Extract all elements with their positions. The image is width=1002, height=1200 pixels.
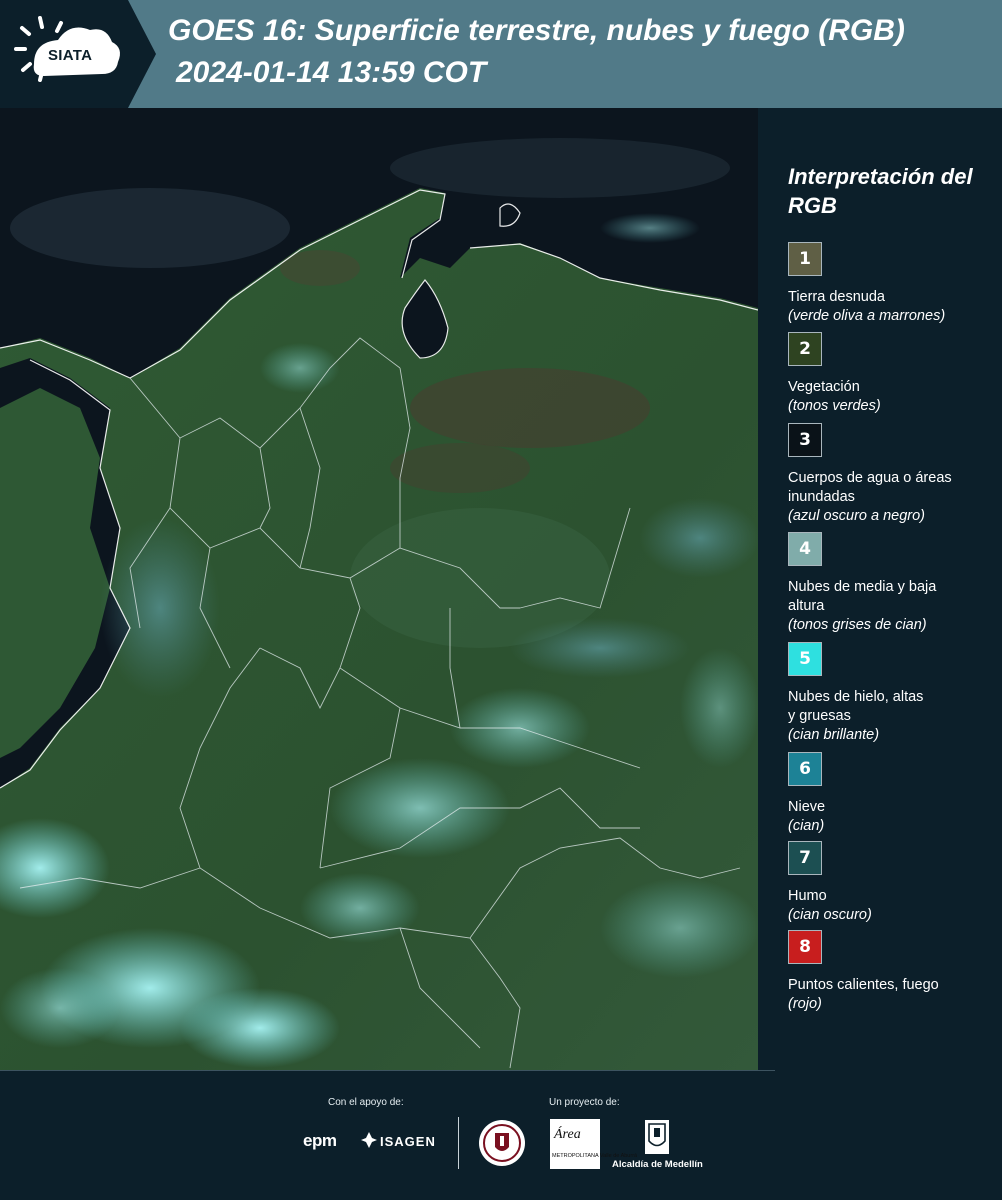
satellite-map	[0, 108, 758, 1070]
legend-swatch: 8	[788, 930, 822, 964]
legend-item-name: Vegetación	[788, 379, 860, 395]
area-metropolitana-logo: Área METROPOLITANA Valle de Aburrá	[550, 1119, 637, 1169]
footer: Con el apoyo de: Un proyecto de: epm ISA…	[0, 1071, 1002, 1200]
legend-item-desc: (azul oscuro a negro)	[788, 508, 926, 524]
alcaldia-shield-icon	[645, 1120, 669, 1154]
legend-swatch: 1	[788, 242, 822, 276]
legend-item-desc: (rojo)	[788, 996, 822, 1012]
legend-item-desc: (tonos grises de cian)	[788, 617, 927, 633]
rgb-legend: Interpretación del RGB 1 Tierra desnuda …	[770, 108, 996, 1070]
legend-item-name: Nubes de hielo, altas y gruesas	[788, 689, 924, 724]
legend-item-desc: (cian)	[788, 818, 825, 834]
legend-item-low-clouds: 4 Nubes de media y baja altura (tonos gr…	[788, 532, 993, 635]
university-seal-icon	[479, 1120, 525, 1166]
legend-item-snow: 6 Nieve (cian)	[788, 752, 993, 836]
legend-item-vegetation: 2 Vegetación (tonos verdes)	[788, 332, 993, 416]
project-label: Un proyecto de:	[549, 1097, 620, 1108]
legend-title: Interpretación del RGB	[788, 164, 973, 218]
legend-swatch: 6	[788, 752, 822, 786]
legend-item-water: 3 Cuerpos de agua o áreas inundadas (azu…	[788, 423, 993, 526]
legend-item-bare-soil: 1 Tierra desnuda (verde oliva a marrones…	[788, 242, 993, 326]
legend-item-name: Humo	[788, 888, 827, 904]
siata-logo: SIATA	[0, 0, 156, 108]
rgb-satellite-image	[0, 108, 758, 1070]
legend-swatch: 4	[788, 532, 822, 566]
legend-item-desc: (tonos verdes)	[788, 398, 881, 414]
legend-item-ice-clouds: 5 Nubes de hielo, altas y gruesas (cian …	[788, 642, 993, 745]
legend-item-desc: (verde oliva a marrones)	[788, 308, 946, 324]
logo-text: SIATA	[48, 47, 93, 64]
page-title: GOES 16: Superficie terrestre, nubes y f…	[168, 14, 905, 47]
header-bar: SIATA GOES 16: Superficie terrestre, nub…	[0, 0, 1002, 108]
legend-item-desc: (cian brillante)	[788, 727, 880, 743]
area-logo-text: Área	[554, 1127, 581, 1142]
isagen-logo: ISAGEN	[380, 1134, 436, 1149]
legend-swatch: 5	[788, 642, 822, 676]
legend-item-fire: 8 Puntos calientes, fuego (rojo)	[788, 930, 993, 1014]
legend-swatch: 2	[788, 332, 822, 366]
timestamp: 2024-01-14 13:59 COT	[176, 56, 487, 89]
legend-item-name: Cuerpos de agua o áreas inundadas	[788, 470, 952, 505]
legend-item-smoke: 7 Humo (cian oscuro)	[788, 841, 993, 925]
legend-swatch: 3	[788, 423, 822, 457]
legend-item-name: Tierra desnuda	[788, 289, 885, 305]
legend-item-name: Nubes de media y baja altura	[788, 579, 937, 614]
legend-item-name: Puntos calientes, fuego	[788, 977, 939, 993]
legend-swatch: 7	[788, 841, 822, 875]
alcaldia-medellin-label: Alcaldía de Medellín	[612, 1159, 703, 1170]
support-label: Con el apoyo de:	[328, 1097, 404, 1108]
footer-separator	[458, 1117, 459, 1169]
isagen-icon	[361, 1132, 377, 1148]
epm-logo: epm	[303, 1131, 337, 1150]
legend-item-name: Nieve	[788, 799, 826, 815]
legend-item-desc: (cian oscuro)	[788, 907, 872, 923]
